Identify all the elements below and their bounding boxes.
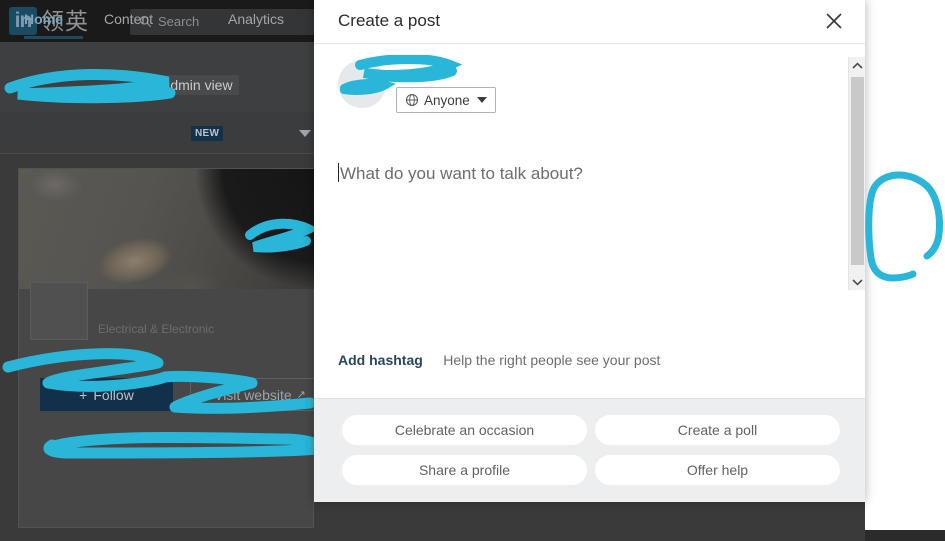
close-button[interactable] [818,6,850,38]
add-hashtag-link[interactable]: Add hashtag [338,352,423,368]
hashtag-hint: Help the right people see your post [443,352,661,368]
globe-icon [405,93,419,107]
company-card [18,168,315,528]
scrollbar-thumb[interactable] [851,77,864,265]
post-editor-placeholder: What do you want to talk about? [340,164,583,183]
page-title: Create a post [338,11,441,30]
text-cursor [338,163,339,182]
chevron-down-icon [476,97,487,103]
scroll-up-button[interactable] [849,57,865,74]
visit-website-button[interactable]: Visit website ↗ [190,378,330,411]
close-icon [826,12,842,29]
company-page-body: Electrical & Electronic + Follow Visit w… [0,154,330,541]
avatar [338,60,386,108]
admin-view-label[interactable]: Admin view [155,75,239,95]
visit-website-label: Visit website [214,386,292,403]
audience-label: Anyone [424,92,470,108]
tab-home[interactable]: Home [24,11,63,27]
screen: in 领英 Search Admin view Home Content NEW… [0,0,945,541]
cover-photo-subject [92,230,178,292]
chevron-down-icon[interactable] [299,130,311,137]
suggestion-share-a-profile[interactable]: Share a profile [342,455,587,485]
search-input[interactable]: Search [130,9,318,35]
chevron-up-icon [852,61,863,69]
post-editor[interactable]: What do you want to talk about? [338,163,808,318]
hashtag-row: Add hashtag Help the right people see yo… [338,352,660,370]
company-nav-tabs [0,112,314,154]
company-industry: Electrical & Electronic [98,322,215,336]
dim-overlay-bottom [314,502,865,541]
modal-header: Create a post [314,0,865,44]
plus-icon: + [79,386,88,403]
chevron-down-icon [852,278,863,286]
page-bottom-strip [865,530,945,541]
tab-content[interactable]: Content [104,11,153,27]
suggestion-panel: Celebrate an occasion Create a poll Shar… [314,398,865,502]
follow-button-label: Follow [93,386,134,403]
external-link-icon: ↗ [296,389,306,401]
page-right-margin [865,0,945,530]
search-placeholder: Search [158,14,200,29]
suggestion-celebrate-an-occasion[interactable]: Celebrate an occasion [342,415,587,445]
suggestion-offer-help[interactable]: Offer help [595,455,840,485]
author-row: Anyone [338,60,808,120]
company-logo [30,282,88,340]
tab-active-underline [24,36,83,39]
audience-selector-button[interactable]: Anyone [396,87,496,113]
tab-analytics[interactable]: Analytics [228,11,284,27]
follow-button[interactable]: + Follow [40,378,173,411]
editor-scrollbar[interactable] [848,57,865,290]
cover-photo [19,169,315,292]
new-badge: NEW [191,126,224,141]
suggestion-create-a-poll[interactable]: Create a poll [595,415,840,445]
scroll-down-button[interactable] [849,273,865,290]
cover-photo-shadow [197,169,315,287]
